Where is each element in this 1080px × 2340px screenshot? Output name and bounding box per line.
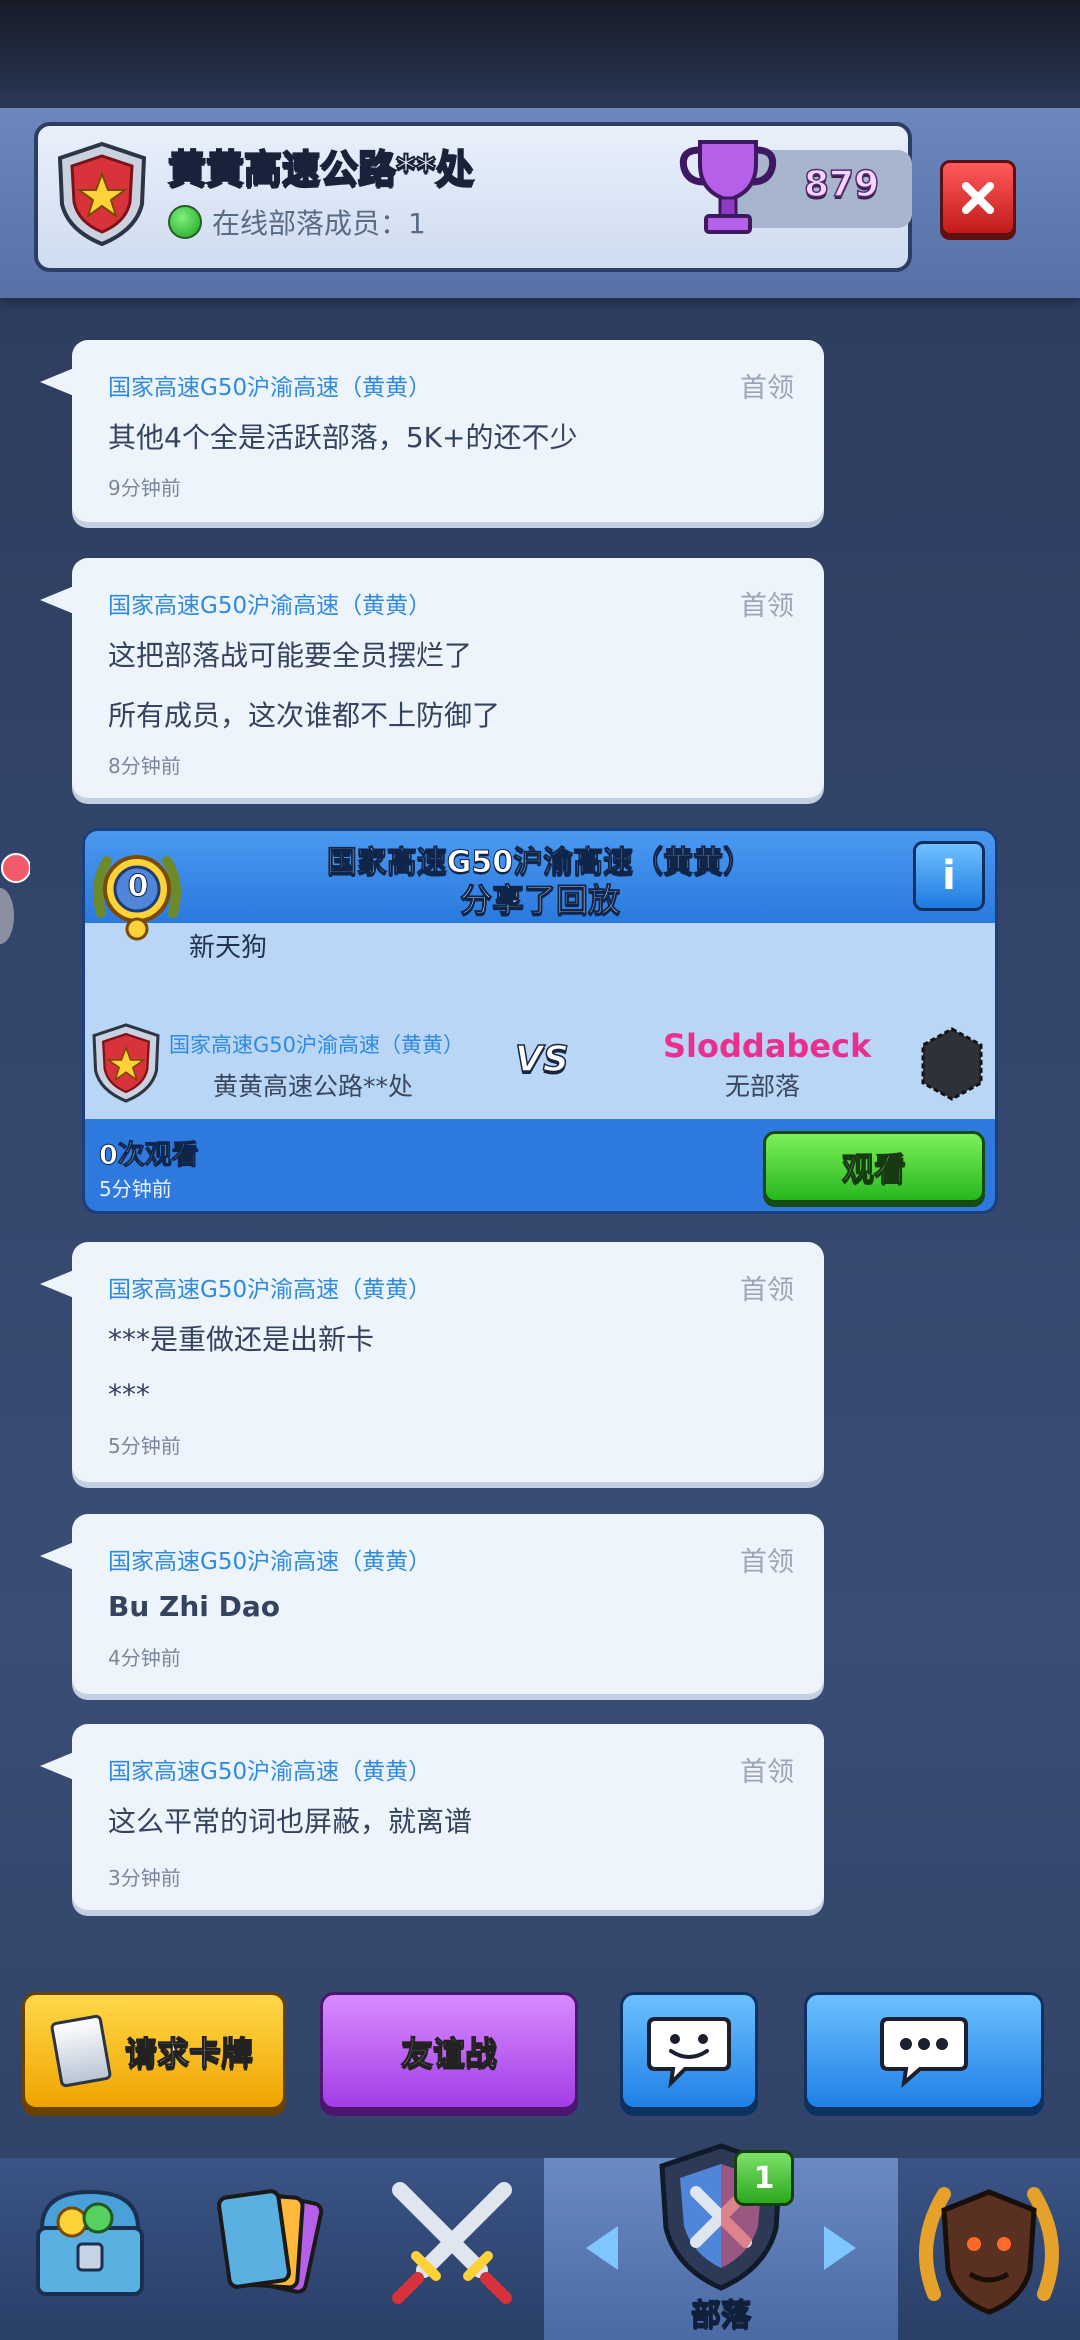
top-shade (0, 0, 1080, 120)
replay-card[interactable]: 国家高速G50沪渝高速（黄黄） 分享了回放 i 0 新天狗 国家高速G50沪渝高… (82, 828, 998, 1214)
message-text: 所有成员，这次谁都不上防御了 (108, 699, 501, 732)
laurel-face-icon (919, 2187, 1059, 2315)
message-text: 这么平常的词也屏蔽，就离谱 (108, 1805, 473, 1838)
card-icon (49, 2013, 113, 2089)
message-time: 5分钟前 (108, 1434, 181, 1458)
message-time: 3分钟前 (108, 1866, 181, 1890)
clan-name: 黄黄高速公路**处 (167, 146, 475, 192)
close-button[interactable] (940, 160, 1016, 236)
online-dot-icon (168, 205, 202, 239)
chat-bubble-icon (880, 2017, 968, 2089)
side-avatar-fragment (0, 853, 30, 944)
chat-message[interactable]: 国家高速G50沪渝高速（黄黄） 首领 其他4个全是活跃部落，5K+的还不少 9分… (40, 340, 824, 522)
emote-button[interactable] (620, 1992, 758, 2110)
nav-tab-battle[interactable] (360, 2158, 547, 2340)
chat-message[interactable]: 国家高速G50沪渝高速（黄黄） 首领 Bu Zhi Dao 4分钟前 (40, 1514, 824, 1694)
nav-prev-arrow-icon[interactable] (586, 2226, 618, 2270)
clan-badge-icon (57, 142, 147, 246)
message-sender[interactable]: 国家高速G50沪渝高速（黄黄） (108, 1270, 431, 1304)
replay-subtitle: 分享了回放 (459, 881, 620, 920)
treasure-chest-icon (36, 2189, 144, 2296)
chat-message[interactable]: 国家高速G50沪渝高速（黄黄） 首领 这么平常的词也屏蔽，就离谱 3分钟前 (40, 1724, 824, 1910)
left-clan-name: 黄黄高速公路**处 (213, 1072, 414, 1101)
clan-notification-badge: 1 (734, 2150, 794, 2206)
friendly-battle-button[interactable]: 友谊战 (320, 1992, 578, 2110)
opponent-name: Sloddabeck (663, 1027, 872, 1065)
nav-next-arrow-icon[interactable] (824, 2226, 856, 2270)
replay-view-count: 0次观看 (99, 1140, 200, 1172)
message-text: ***是重做还是出新卡 (108, 1323, 375, 1356)
chat-message[interactable]: 国家高速G50沪渝高速（黄黄） 首领 ***是重做还是出新卡 *** 5分钟前 (40, 1242, 824, 1482)
chat-message[interactable]: 国家高速G50沪渝高速（黄黄） 首领 这把部落战可能要全员摆烂了 所有成员，这次… (40, 558, 824, 798)
trophy-icon (679, 140, 777, 234)
message-role: 首领 (740, 1757, 794, 1788)
message-role: 首领 (740, 373, 794, 404)
message-text: 其他4个全是活跃部落，5K+的还不少 (108, 421, 578, 454)
chat-button[interactable] (804, 1992, 1044, 2110)
message-sender[interactable]: 国家高速G50沪渝高速（黄黄） (108, 1752, 431, 1786)
message-text: 这把部落战可能要全员摆烂了 (108, 639, 473, 672)
message-text: Bu Zhi Dao (108, 1590, 280, 1623)
versus-label: VS (514, 1038, 569, 1081)
watch-button[interactable]: 观看 (763, 1131, 985, 1203)
clan-header-card[interactable]: 黄黄高速公路**处 在线部落成员：1 879 (34, 122, 912, 272)
nav-tab-cards[interactable] (180, 2158, 363, 2340)
request-cards-label: 请求卡牌 (124, 2033, 253, 2072)
opponent-clan: 无部落 (725, 1072, 801, 1101)
request-cards-button[interactable]: 请求卡牌 (22, 1992, 286, 2110)
trophy-count: 879 (803, 163, 880, 206)
message-text: *** (108, 1378, 150, 1411)
info-button[interactable]: i (913, 841, 985, 911)
message-role: 首领 (740, 1547, 794, 1578)
level-number: 0 (127, 869, 149, 905)
message-sender[interactable]: 国家高速G50沪渝高速（黄黄） (108, 368, 431, 402)
message-time: 4分钟前 (108, 1646, 181, 1670)
close-icon (962, 182, 994, 214)
online-members-text: 在线部落成员：1 (212, 207, 426, 240)
message-sender[interactable]: 国家高速G50沪渝高速（黄黄） (108, 1542, 431, 1576)
message-time: 9分钟前 (108, 476, 181, 500)
message-role: 首领 (740, 1275, 794, 1306)
nav-clan-label: 部落 (690, 2297, 751, 2333)
left-clan-badge-icon (92, 1023, 160, 1103)
friendly-battle-label: 友谊战 (400, 2033, 497, 2072)
message-sender[interactable]: 国家高速G50沪渝高速（黄黄） (108, 586, 431, 620)
replay-player-name: 新天狗 (189, 933, 268, 963)
emote-chat-icon (647, 2017, 731, 2089)
message-time: 8分钟前 (108, 754, 181, 778)
crossed-swords-icon (392, 2182, 512, 2304)
message-role: 首领 (740, 591, 794, 622)
left-player-name: 国家高速G50沪渝高速（黄黄） (169, 1033, 464, 1057)
replay-time: 5分钟前 (99, 1177, 172, 1201)
no-clan-badge-icon (921, 1027, 983, 1101)
nav-tab-events[interactable] (898, 2158, 1080, 2340)
online-members: 在线部落成员：1 (168, 202, 426, 242)
nav-tab-shop[interactable] (0, 2158, 183, 2340)
cards-icon (217, 2189, 324, 2294)
